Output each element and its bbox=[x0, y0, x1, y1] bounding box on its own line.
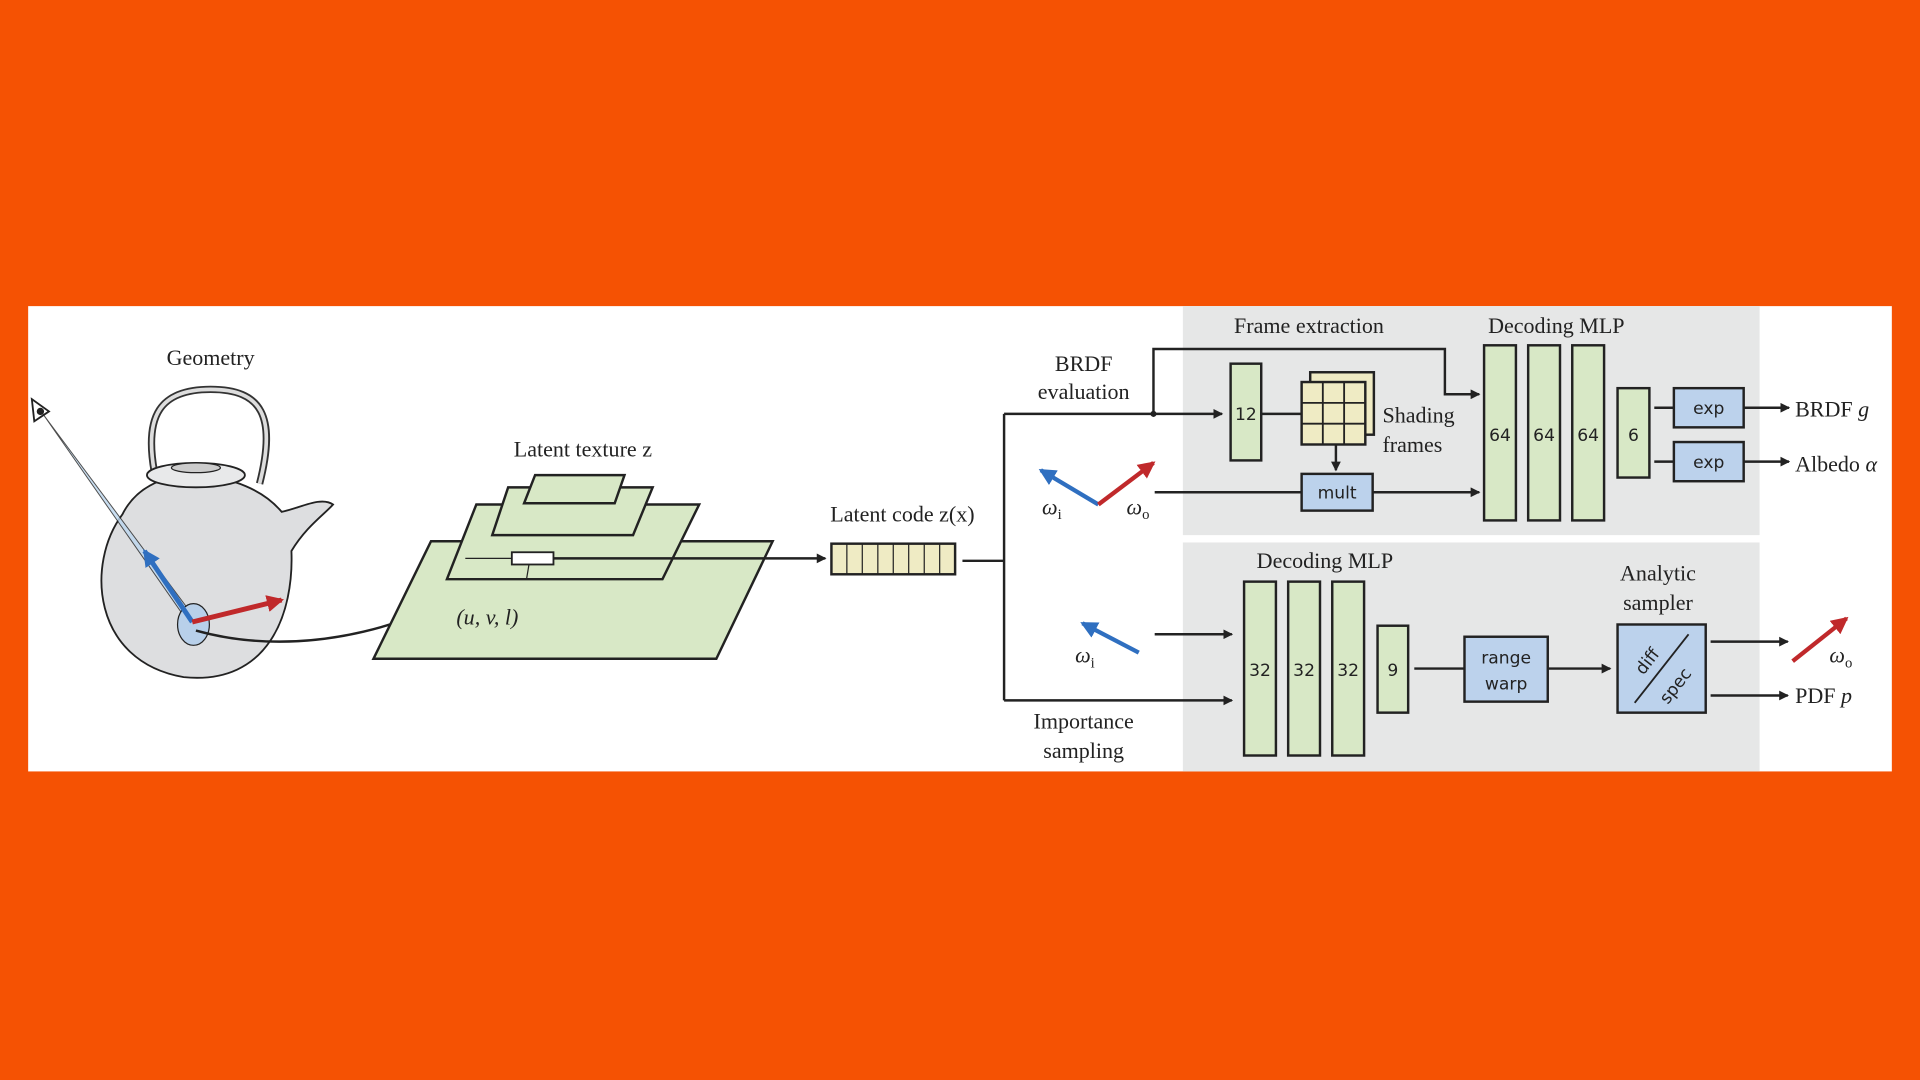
mult-label: mult bbox=[1318, 483, 1357, 503]
diagram: Geometry Latent texture z (u, v, l) Late… bbox=[28, 306, 1892, 772]
exp-label: exp bbox=[1693, 399, 1724, 419]
layer-label: 32 bbox=[1249, 661, 1271, 681]
latent-texture-label: Latent texture z bbox=[514, 437, 652, 462]
layer-label: 64 bbox=[1577, 426, 1599, 446]
brdf-output-label: BRDF g bbox=[1795, 396, 1869, 421]
shading-frames-label-2: frames bbox=[1382, 432, 1442, 457]
brdf-eval-label-1: BRDF bbox=[1055, 351, 1113, 376]
analytic-sampler-label-2: sampler bbox=[1623, 590, 1693, 615]
layer-label: 64 bbox=[1533, 426, 1555, 446]
latent-code-vector bbox=[830, 542, 957, 576]
layer-label: 64 bbox=[1489, 426, 1511, 446]
warp-label: warp bbox=[1485, 674, 1527, 694]
exp-label: exp bbox=[1693, 453, 1724, 473]
frame-extraction-label: Frame extraction bbox=[1234, 313, 1384, 338]
importance-label-2: sampling bbox=[1043, 738, 1124, 763]
latent-code-label: Latent code z(x) bbox=[830, 502, 974, 527]
analytic-sampler-label-1: Analytic bbox=[1620, 560, 1696, 585]
layer-12-label: 12 bbox=[1235, 405, 1257, 425]
layer-label: 32 bbox=[1293, 661, 1315, 681]
range-label: range bbox=[1481, 649, 1531, 669]
pdf-output-label: PDF p bbox=[1795, 683, 1852, 708]
importance-label-1: Importance bbox=[1034, 709, 1135, 734]
decoding-mlp-bottom-label: Decoding MLP bbox=[1257, 548, 1393, 573]
layer-label: 9 bbox=[1387, 661, 1398, 681]
layer-label: 6 bbox=[1628, 426, 1639, 446]
shading-frames-grid bbox=[1300, 371, 1376, 446]
albedo-output-label: Albedo α bbox=[1795, 451, 1877, 476]
brdf-eval-label-2: evaluation bbox=[1038, 379, 1130, 404]
uvl-label: (u, v, l) bbox=[456, 604, 518, 629]
geometry-label: Geometry bbox=[167, 345, 255, 370]
texel-sample bbox=[510, 551, 555, 566]
layer-label: 32 bbox=[1337, 661, 1359, 681]
shading-frames-label-1: Shading bbox=[1382, 402, 1454, 427]
decoding-mlp-top-label: Decoding MLP bbox=[1488, 313, 1624, 338]
